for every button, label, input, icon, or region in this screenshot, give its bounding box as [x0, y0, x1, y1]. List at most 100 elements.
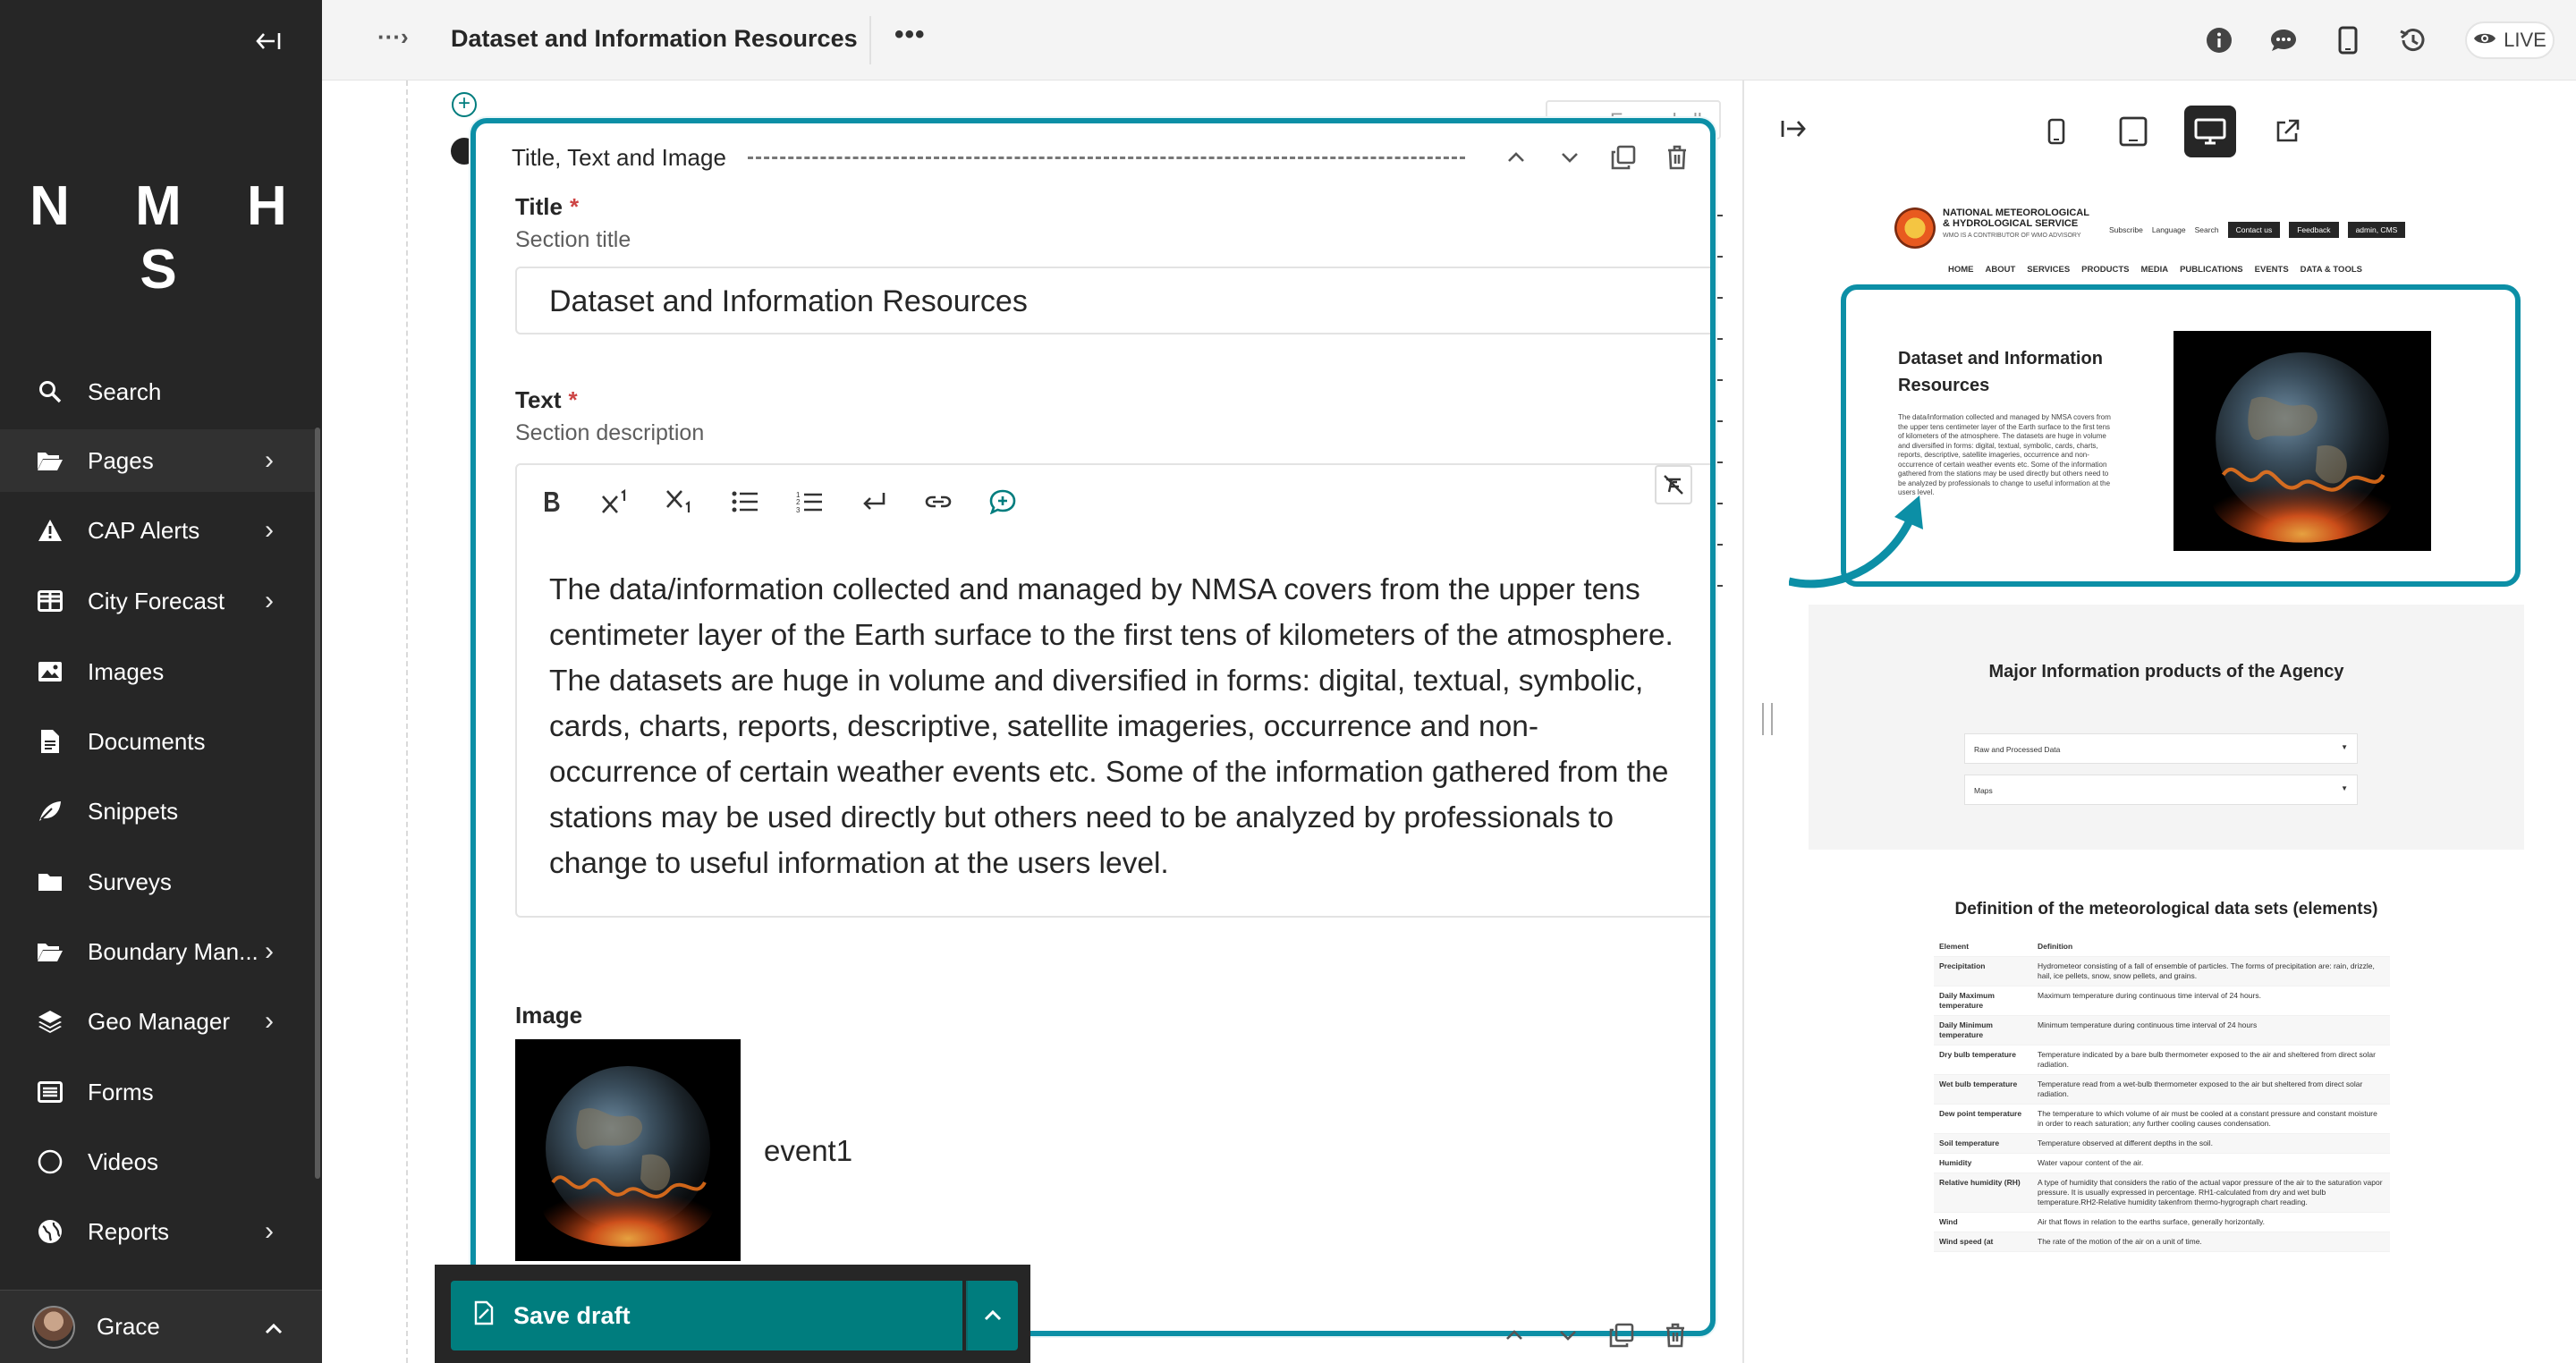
tablet-device-icon[interactable]: [2107, 106, 2159, 157]
site-nav-item[interactable]: EVENTS: [2255, 265, 2289, 275]
chevron-up-icon: [265, 1313, 283, 1341]
sidebar-item-forms[interactable]: Forms: [0, 1061, 315, 1123]
sidebar-item-label: CAP Alerts: [88, 516, 200, 544]
sidebar-item-label: Boundary Man...: [88, 937, 258, 965]
sidebar-scrollbar[interactable]: [315, 428, 320, 1179]
breadcrumb-toggle[interactable]: ···›: [377, 23, 409, 51]
mobile-device-icon[interactable]: [2030, 106, 2082, 157]
accordion-item[interactable]: Raw and Processed Data ▼: [1964, 733, 2358, 764]
sidebar-item-geo-manager[interactable]: Geo Manager ›: [0, 990, 315, 1053]
preview-section-image: [2174, 331, 2431, 551]
close-preview-icon[interactable]: [1780, 116, 1807, 147]
site-nav-item[interactable]: PUBLICATIONS: [2180, 265, 2243, 275]
line-break-icon[interactable]: [855, 483, 893, 521]
sidebar-item-boundary-manager[interactable]: Boundary Man... ›: [0, 920, 315, 983]
site-nav-item[interactable]: ABOUT: [1986, 265, 2016, 275]
delete-icon[interactable]: [1662, 142, 1692, 173]
title-input[interactable]: Dataset and Information Resources: [515, 267, 1710, 334]
sidebar-item-videos[interactable]: Videos: [0, 1130, 315, 1193]
table-row: Soil temperature Temperature observed at …: [1934, 1133, 2390, 1154]
sidebar-item-snippets[interactable]: Snippets: [0, 780, 315, 842]
move-down-icon[interactable]: [1555, 142, 1585, 173]
mobile-preview-icon[interactable]: [2329, 21, 2367, 59]
move-down-icon[interactable]: [1553, 1320, 1583, 1350]
warning-icon: [36, 516, 64, 545]
table-row: Wet bulb temperature Temperature read fro…: [1934, 1074, 2390, 1105]
sidebar-item-reports[interactable]: Reports ›: [0, 1200, 315, 1263]
save-draft-button[interactable]: Save draft: [451, 1281, 962, 1350]
folder-open-icon: [36, 446, 64, 475]
contact-button[interactable]: Contact us: [2227, 222, 2281, 238]
duplicate-icon[interactable]: [1606, 1320, 1637, 1350]
bold-icon[interactable]: [533, 483, 571, 521]
image-field-label: Image: [515, 1002, 583, 1029]
image-thumbnail[interactable]: [515, 1039, 741, 1261]
site-nav-item[interactable]: MEDIA: [2140, 265, 2168, 275]
block-header[interactable]: Title, Text and Image: [512, 140, 1692, 175]
language-link[interactable]: Language: [2152, 225, 2186, 234]
superscript-icon[interactable]: [597, 483, 635, 521]
sidebar-item-images[interactable]: Images: [0, 640, 315, 703]
open-external-icon[interactable]: [2261, 106, 2313, 157]
sidebar-item-label: Snippets: [88, 797, 179, 825]
site-nav-item[interactable]: PRODUCTS: [2081, 265, 2129, 275]
block-rail: [406, 80, 408, 1363]
site-nav-item[interactable]: SERVICES: [2027, 265, 2070, 275]
live-status-button[interactable]: LIVE: [2465, 21, 2555, 59]
app-logo[interactable]: N M H S: [0, 174, 322, 301]
accordion-item[interactable]: Maps ▼: [1964, 775, 2358, 805]
site-nav-item[interactable]: DATA & TOOLS: [2301, 265, 2362, 275]
definitions-table: Element Definition Precipitation Hydromet…: [1934, 937, 2390, 1252]
sidebar-item-label: Geo Manager: [88, 1007, 230, 1035]
sidebar-item-pages[interactable]: Pages ›: [0, 429, 315, 492]
formatting-toggle-icon[interactable]: [1655, 465, 1692, 504]
sidebar-item-search[interactable]: Search: [0, 360, 315, 423]
comments-icon[interactable]: [2265, 21, 2302, 59]
table-row: Wind Air that flows in relation to the ea…: [1934, 1212, 2390, 1232]
delete-icon[interactable]: [1660, 1320, 1690, 1350]
live-label: LIVE: [2504, 29, 2546, 51]
bulleted-list-icon[interactable]: [726, 483, 764, 521]
history-icon[interactable]: [2394, 21, 2431, 59]
site-nav-item[interactable]: HOME: [1948, 265, 1974, 275]
link-icon[interactable]: [919, 483, 957, 521]
sidebar-item-cap-alerts[interactable]: CAP Alerts ›: [0, 499, 315, 562]
feedback-button[interactable]: Feedback: [2289, 222, 2339, 238]
move-up-icon[interactable]: [1501, 142, 1531, 173]
caret-down-icon: ▼: [2341, 743, 2348, 751]
divider: [869, 16, 871, 64]
info-icon[interactable]: [2200, 21, 2238, 59]
chevron-right-icon: ›: [265, 586, 274, 615]
svg-text:3: 3: [796, 506, 801, 513]
user-menu[interactable]: Grace: [0, 1290, 322, 1363]
chevron-right-icon: ›: [265, 515, 274, 545]
numbered-list-icon[interactable]: 123: [791, 483, 828, 521]
rich-text-toolbar: 123: [533, 483, 1021, 521]
chevron-up-icon: [984, 1310, 1002, 1321]
subscribe-link[interactable]: Subscribe: [2109, 225, 2143, 234]
admin-button[interactable]: admin, CMS: [2347, 222, 2406, 238]
sidebar-item-city-forecast[interactable]: City Forecast ›: [0, 570, 315, 632]
image-name: event1: [764, 1134, 853, 1167]
text-field-label: Text *: [515, 386, 578, 413]
sidebar-item-documents[interactable]: Documents: [0, 710, 315, 773]
site-search-link[interactable]: Search: [2195, 225, 2219, 234]
more-actions-icon[interactable]: •••: [894, 20, 926, 50]
sidebar-item-surveys[interactable]: Surveys: [0, 851, 315, 913]
preview-panel: NATIONAL METEOROLOGICAL & HYDROLOGICAL S…: [1742, 80, 2576, 1363]
subscript-icon[interactable]: [662, 483, 699, 521]
add-comment-icon[interactable]: [984, 483, 1021, 521]
more-save-options-button[interactable]: [966, 1281, 1018, 1350]
resize-handle[interactable]: [1762, 703, 1773, 735]
add-block-icon[interactable]: +: [452, 92, 477, 117]
rich-text-content[interactable]: The data/information collected and manag…: [549, 567, 1676, 886]
desktop-device-icon[interactable]: [2184, 106, 2236, 157]
site-tagline: WMO IS A CONTRIBUTOR OF WMO ADVISORY: [1943, 233, 2081, 239]
move-up-icon[interactable]: [1499, 1320, 1530, 1350]
chevron-right-icon: ›: [265, 1216, 274, 1246]
rich-text-editor[interactable]: 123 The data/information collected and m…: [515, 463, 1710, 918]
collapse-sidebar-icon[interactable]: [250, 25, 286, 57]
highlighted-section-preview[interactable]: Dataset and Information Resources The da…: [1841, 284, 2521, 587]
duplicate-icon[interactable]: [1608, 142, 1639, 173]
chevron-right-icon: ›: [265, 936, 274, 966]
